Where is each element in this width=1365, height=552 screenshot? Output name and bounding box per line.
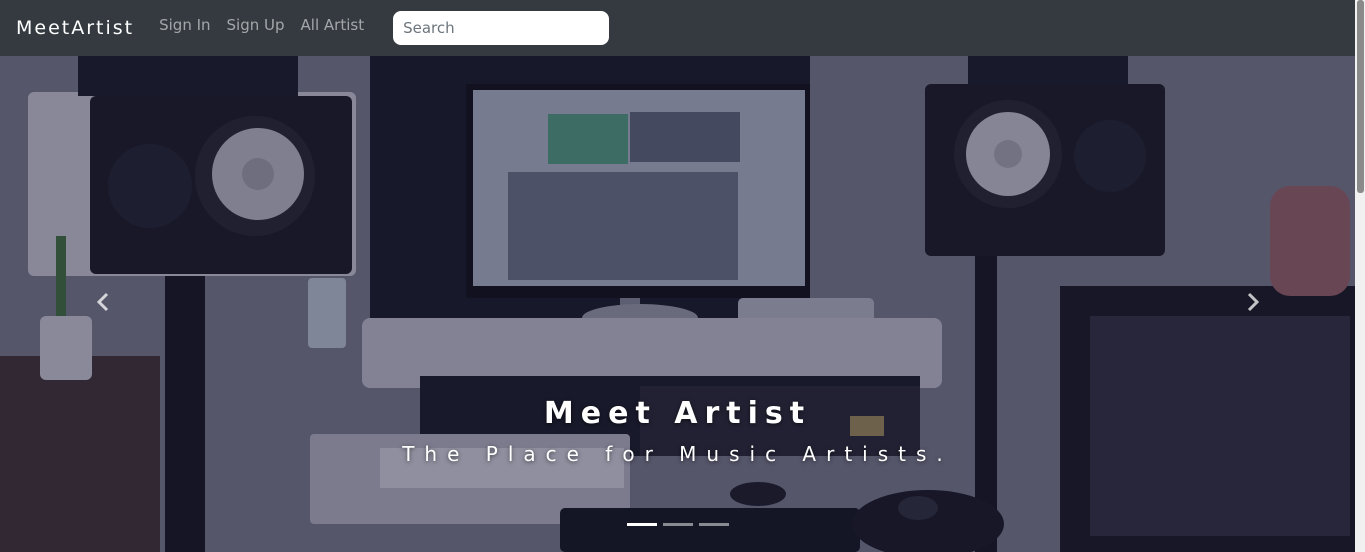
hero-carousel: Meet Artist The Place for Music Artists. bbox=[0, 56, 1355, 552]
brand-logo[interactable]: MeetArtist bbox=[16, 17, 134, 39]
chevron-right-icon bbox=[1247, 292, 1260, 312]
nav-link-sign-in[interactable]: Sign In bbox=[159, 16, 210, 40]
carousel-caption-title: Meet Artist bbox=[543, 396, 812, 431]
carousel-indicator[interactable] bbox=[627, 523, 657, 526]
carousel-indicators bbox=[627, 523, 729, 526]
carousel-indicator[interactable] bbox=[663, 523, 693, 526]
chevron-left-icon bbox=[96, 292, 109, 312]
carousel-prev-button[interactable] bbox=[88, 284, 118, 320]
search-input[interactable] bbox=[393, 11, 610, 45]
navbar: MeetArtist Sign In Sign Up All Artist bbox=[0, 0, 1365, 56]
scrollbar-thumb[interactable] bbox=[1357, 0, 1364, 193]
carousel-caption-subtitle: The Place for Music Artists. bbox=[402, 442, 953, 466]
carousel-next-button[interactable] bbox=[1238, 284, 1268, 320]
image-overlay bbox=[0, 56, 1355, 552]
nav-link-all-artist[interactable]: All Artist bbox=[301, 16, 365, 40]
carousel-indicator[interactable] bbox=[699, 523, 729, 526]
nav-link-sign-up[interactable]: Sign Up bbox=[227, 16, 285, 40]
nav-links: Sign In Sign Up All Artist bbox=[159, 16, 364, 40]
